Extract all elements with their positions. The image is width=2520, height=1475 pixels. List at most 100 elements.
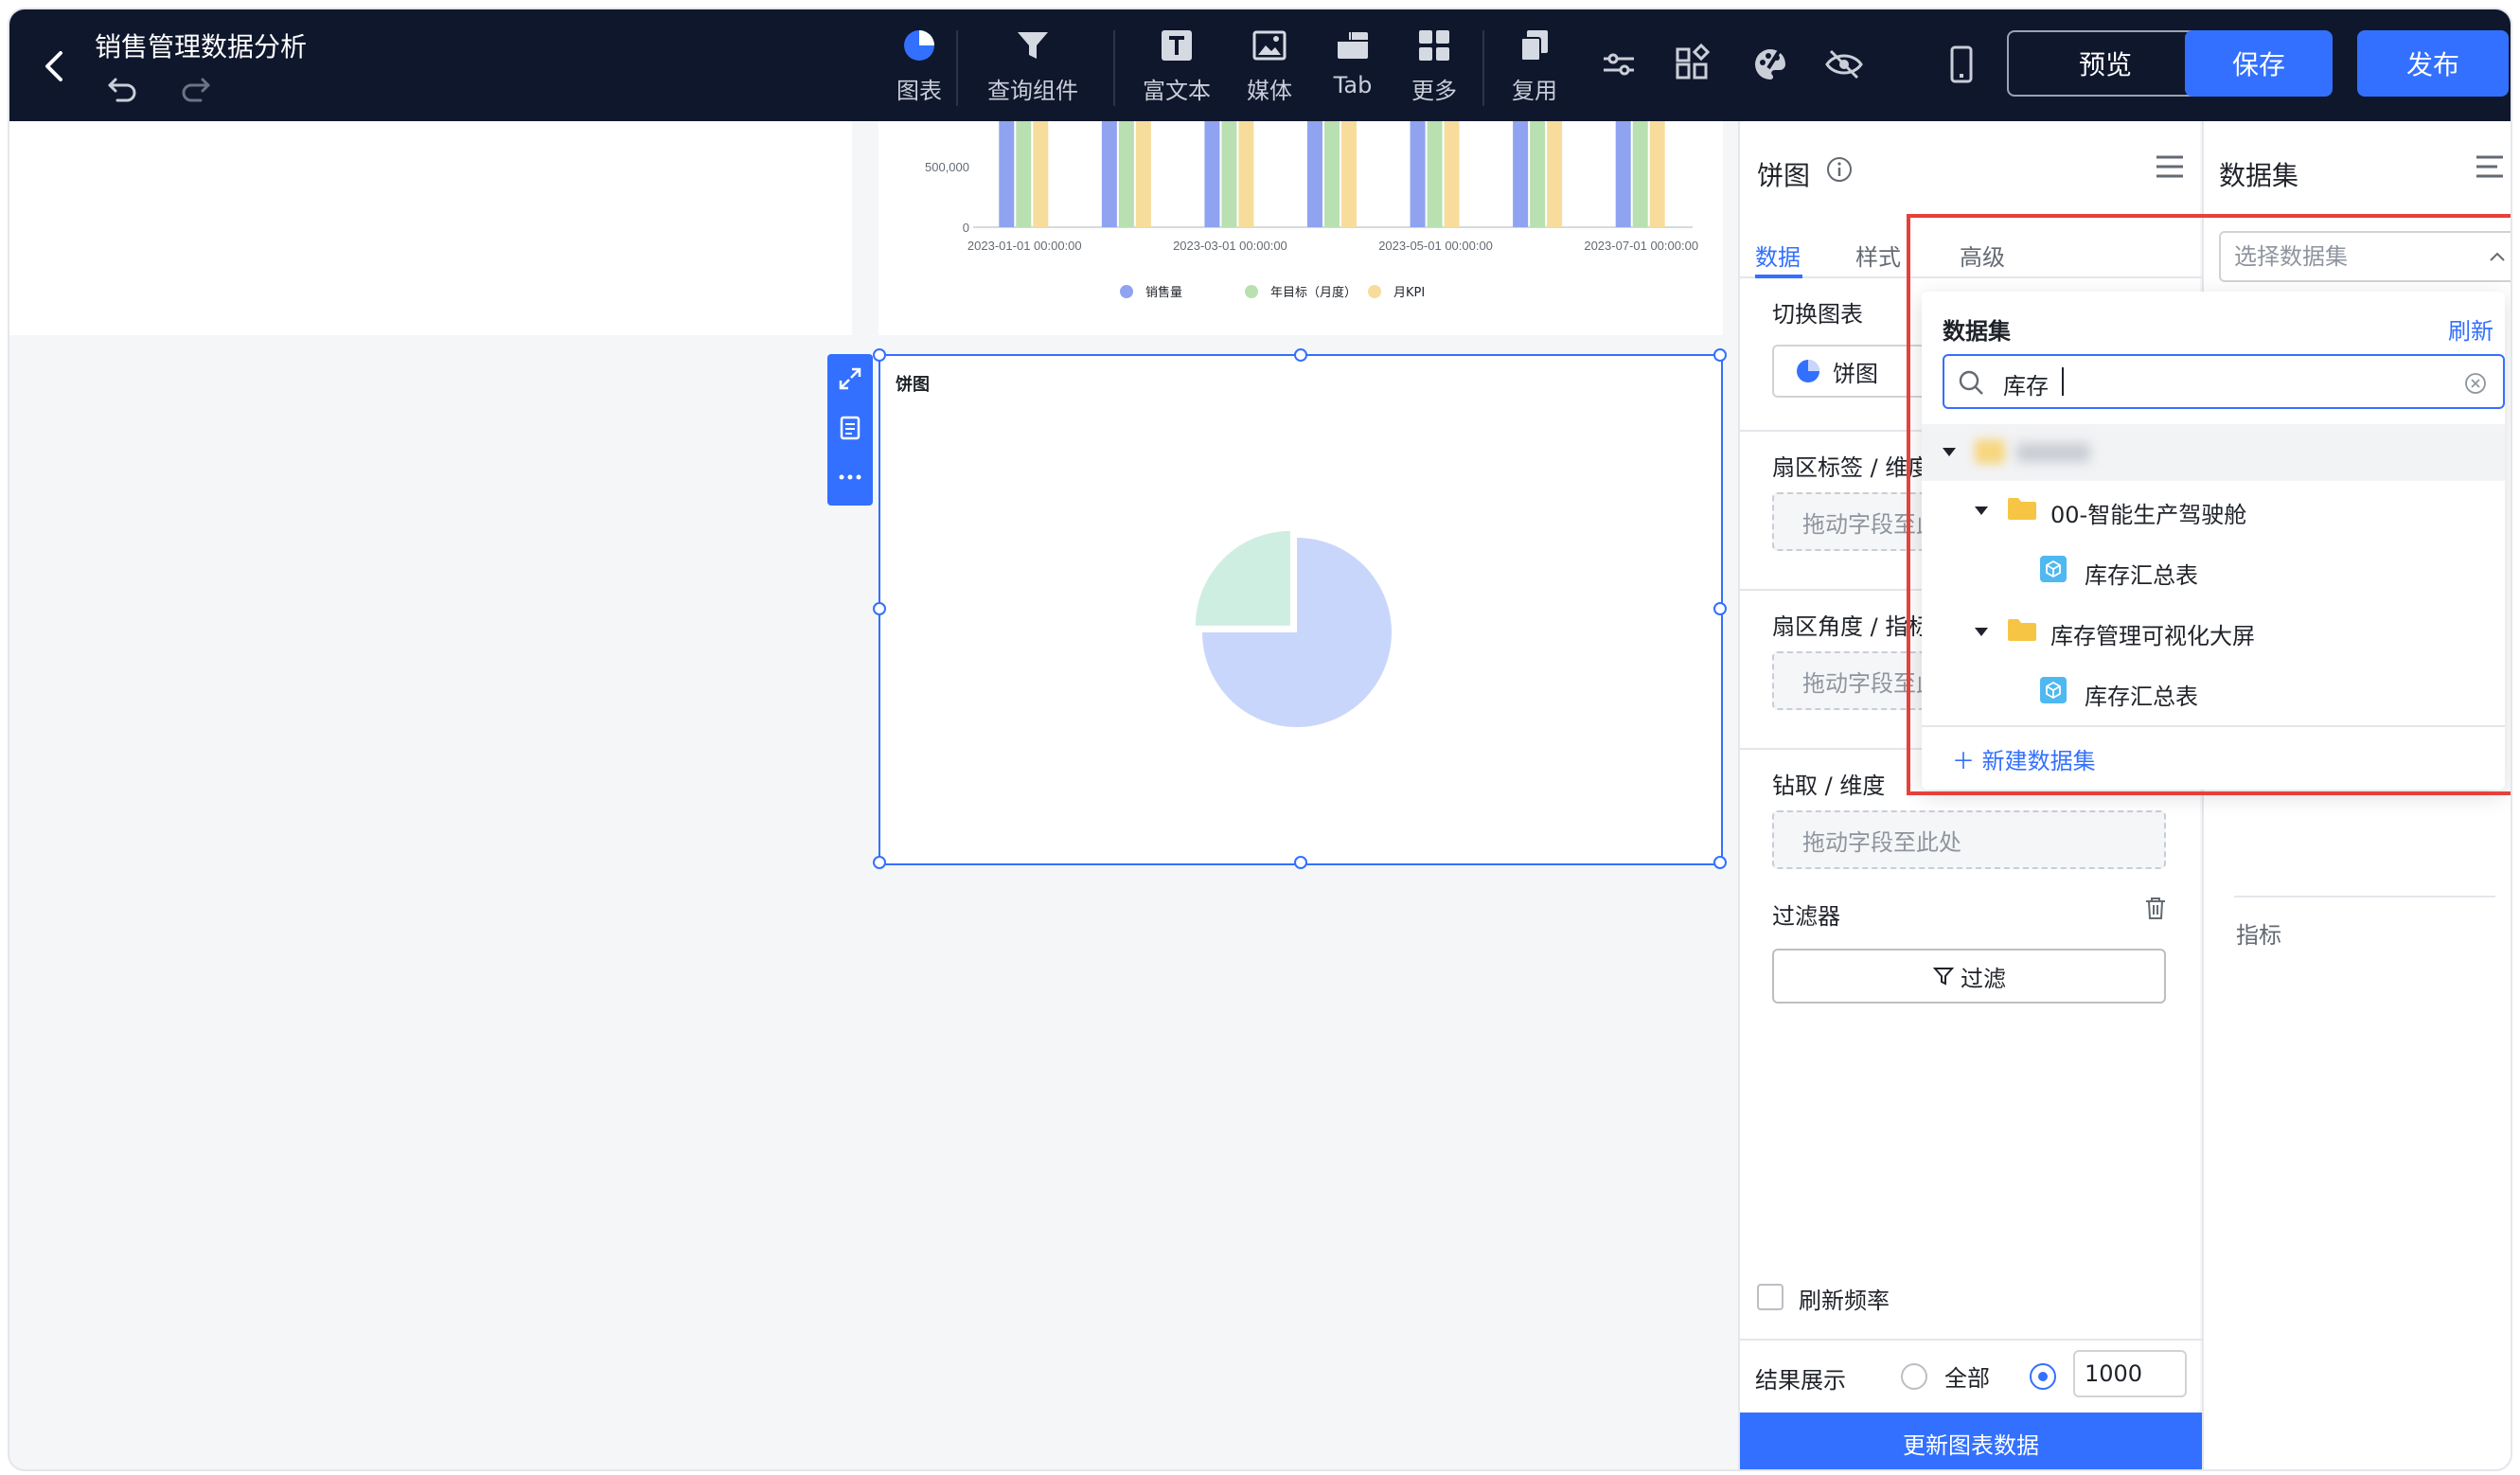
grid-icon — [1419, 30, 1449, 61]
result-all-radio[interactable] — [1901, 1363, 1927, 1390]
folder-icon — [1975, 439, 2005, 464]
dataset-cube-icon — [2040, 677, 2067, 703]
refresh-rate-label: 刷新频率 — [1799, 1288, 1890, 1314]
layout-icon[interactable] — [1672, 43, 1717, 89]
toolbar-divider — [956, 30, 958, 106]
palette-icon[interactable] — [1749, 44, 1795, 89]
filter-button[interactable]: 过滤 — [1772, 949, 2166, 1004]
resize-handle[interactable] — [1294, 348, 1307, 362]
tool-query-component[interactable]: 查询组件 — [981, 27, 1085, 105]
funnel-icon — [1932, 968, 1955, 986]
resize-handle[interactable] — [1713, 602, 1727, 615]
bar — [999, 121, 1015, 227]
text-icon — [1162, 30, 1192, 61]
y-tick-label: 500,000 — [925, 160, 969, 174]
resize-handle[interactable] — [1713, 856, 1727, 869]
info-icon[interactable] — [1825, 155, 1854, 184]
tree-row-dataset[interactable]: 库存汇总表 — [1922, 663, 2505, 720]
dropdown-divider — [1922, 725, 2505, 727]
drill-drop-zone[interactable]: 拖动字段至此处 — [1772, 810, 2166, 869]
dataset-panel-title: 数据集 — [2219, 160, 2299, 191]
pie-chart-icon — [1797, 360, 1819, 382]
x-tick-label: 2023-05-01 00:00:00 — [1378, 239, 1493, 253]
tool-label: 富文本 — [1143, 78, 1211, 104]
y-tick-label: 0 — [963, 221, 969, 235]
bar — [1307, 121, 1322, 227]
result-limit-input[interactable]: 1000 — [2073, 1350, 2187, 1397]
redo-icon[interactable] — [176, 70, 214, 108]
plus-icon: ＋ — [1952, 748, 1975, 774]
bar — [1033, 121, 1049, 227]
refresh-rate-checkbox[interactable] — [1757, 1284, 1784, 1310]
resize-handle[interactable] — [873, 602, 886, 615]
back-button[interactable] — [34, 44, 76, 89]
collapse-menu-icon[interactable] — [2473, 150, 2507, 184]
undo-icon[interactable] — [104, 70, 142, 108]
search-icon — [1959, 370, 1983, 395]
mobile-icon[interactable] — [1941, 44, 1986, 89]
widget-side-toolbar — [827, 354, 873, 506]
legend-label: 年目标（月度） — [1270, 285, 1357, 300]
dropdown-title: 数据集 — [1943, 318, 2011, 345]
pie-slice — [1195, 530, 1290, 626]
tree-row-folder[interactable]: 00-智能生产驾驶舱 — [1922, 481, 2505, 538]
bar — [1221, 121, 1237, 227]
hide-eye-icon[interactable] — [1823, 44, 1869, 89]
update-chart-data-button[interactable]: 更新图表数据 — [1740, 1413, 2202, 1469]
toolbar-divider — [1113, 30, 1115, 106]
tree-row-dataset[interactable]: 库存汇总表 — [1922, 542, 2505, 598]
tab-style[interactable]: 样式 — [1855, 239, 1901, 272]
save-button[interactable]: 保存 — [2185, 30, 2333, 97]
bar — [1530, 121, 1546, 227]
x-tick-label: 2023-01-01 00:00:00 — [967, 239, 1082, 253]
x-tick-label: 2023-07-01 00:00:00 — [1584, 239, 1698, 253]
more-options-icon[interactable] — [837, 464, 863, 490]
pie-chart-icon — [904, 30, 934, 61]
sliders-icon[interactable] — [1598, 44, 1643, 89]
tool-label: 复用 — [1512, 78, 1557, 104]
document-icon[interactable] — [837, 415, 863, 441]
trash-icon[interactable] — [2141, 894, 2170, 922]
legend-label: 月KPI — [1393, 286, 1425, 300]
text-caret — [2062, 367, 2064, 396]
collapse-menu-icon[interactable] — [2153, 150, 2187, 184]
publish-button[interactable]: 发布 — [2357, 30, 2509, 97]
legend-swatch — [1368, 285, 1381, 298]
funnel-icon — [1018, 32, 1048, 59]
resize-handle[interactable] — [873, 348, 886, 362]
refresh-link[interactable]: 刷新 — [2448, 312, 2493, 346]
resize-handle[interactable] — [1294, 856, 1307, 869]
resize-handle[interactable] — [873, 856, 886, 869]
config-tabs: 数据 样式 高级 — [1740, 225, 2202, 278]
app-frame: 销售管理数据分析 图表 查询组件 富文本 媒体 Tab 更多 复用 预览 保存 … — [8, 8, 2512, 1471]
folder-icon — [2008, 619, 2036, 641]
metric-label: 指标 — [2236, 922, 2281, 949]
bar — [1513, 121, 1529, 227]
legend-label: 销售量 — [1145, 285, 1182, 300]
tree-row-root[interactable] — [1922, 424, 2505, 481]
drill-label: 钻取 / 维度 — [1772, 773, 1886, 799]
pie-chart-widget[interactable]: 饼图 — [873, 348, 1727, 869]
dataset-select[interactable]: 选择数据集 — [2219, 231, 2511, 282]
tree-row-folder[interactable]: 库存管理可视化大屏 — [1922, 602, 2505, 659]
x-tick-label: 2023-03-01 00:00:00 — [1173, 239, 1287, 253]
tab-advanced[interactable]: 高级 — [1960, 239, 2005, 272]
preview-button[interactable]: 预览 — [2007, 30, 2204, 97]
expand-icon[interactable] — [837, 365, 863, 392]
tab-data[interactable]: 数据 — [1755, 239, 1801, 272]
tool-more[interactable]: 更多 — [1382, 27, 1486, 105]
sector-label-label: 扇区标签 / 维度 — [1772, 454, 1931, 481]
tool-reuse[interactable]: 复用 — [1482, 27, 1587, 105]
result-limit-radio[interactable] — [2030, 1363, 2056, 1390]
tool-rich-text[interactable]: 富文本 — [1125, 27, 1229, 105]
clear-icon[interactable] — [2463, 371, 2488, 396]
dataset-search-input[interactable]: 库存 — [1943, 354, 2505, 409]
bar — [1204, 121, 1220, 227]
canvas-widget-left — [9, 121, 852, 335]
bar — [1341, 121, 1357, 227]
bar-chart-widget[interactable]: 500,000 0 2023-01-01 00:00:00 2023-03-01 00… — [878, 121, 1723, 335]
tool-label: 更多 — [1411, 78, 1457, 104]
resize-handle[interactable] — [1713, 348, 1727, 362]
bar-chart: 500,000 0 2023-01-01 00:00:00 2023-03-01 00… — [925, 121, 1698, 300]
new-dataset-link[interactable]: ＋ 新建数据集 — [1952, 742, 2096, 775]
